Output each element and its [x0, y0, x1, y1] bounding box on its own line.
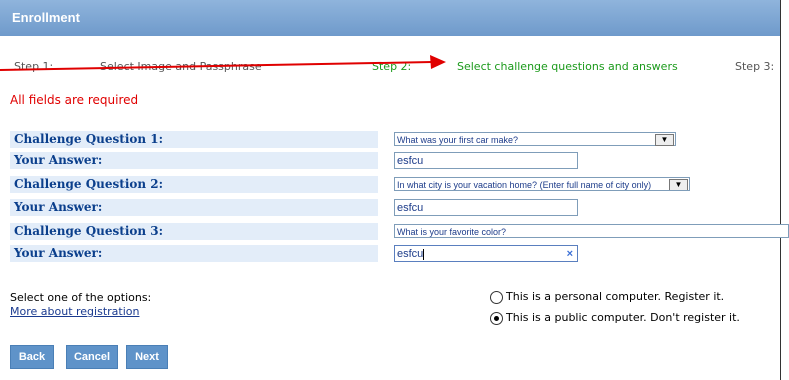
answer-2-input[interactable]: esfcu [394, 199, 578, 216]
cancel-button[interactable]: Cancel [66, 345, 118, 369]
public-radio[interactable] [490, 311, 503, 325]
question-2-value: In what city is your vacation home? (Ent… [397, 180, 652, 190]
question-3-select[interactable]: What is your favorite color? [394, 224, 789, 238]
answer-row-1: Your Answer: esfcu [10, 152, 780, 169]
question-1-value: What was your first car make? [397, 135, 519, 145]
question-3-label: Challenge Question 3: [10, 223, 378, 240]
question-1-label: Challenge Question 1: [10, 131, 378, 148]
enrollment-header: Enrollment [0, 0, 781, 36]
clear-x-icon[interactable]: × [567, 246, 573, 263]
dropdown-arrow-icon[interactable]: ▼ [655, 134, 674, 146]
options-prompt: Select one of the options: [10, 291, 152, 304]
personal-computer-option[interactable]: This is a personal computer. Register it… [490, 290, 724, 304]
question-2-select[interactable]: In what city is your vacation home? (Ent… [394, 177, 690, 191]
answer-3-label: Your Answer: [10, 245, 378, 262]
question-1-select[interactable]: What was your first car make? ▼ [394, 132, 676, 146]
answer-3-input[interactable]: esfcu × [394, 245, 578, 262]
red-arrow-icon [0, 55, 446, 71]
question-row-1: Challenge Question 1: What was your firs… [10, 131, 780, 148]
question-3-value: What is your favorite color? [397, 227, 507, 237]
public-computer-option[interactable]: This is a public computer. Don't registe… [490, 311, 740, 325]
required-notice: All fields are required [10, 93, 139, 107]
question-row-2: Challenge Question 2: In what city is yo… [10, 176, 780, 193]
answer-row-2: Your Answer: esfcu [10, 199, 780, 216]
more-about-registration-link[interactable]: More about registration [10, 305, 139, 318]
personal-radio[interactable] [490, 290, 503, 304]
answer-1-label: Your Answer: [10, 152, 378, 169]
step3-number: Step 3: [735, 60, 775, 73]
answer-row-3: Your Answer: esfcu × [10, 245, 780, 262]
question-2-label: Challenge Question 2: [10, 176, 378, 193]
next-button[interactable]: Next [126, 345, 168, 369]
frame-border [780, 0, 781, 380]
back-button[interactable]: Back [10, 345, 54, 369]
personal-label: This is a personal computer. Register it… [506, 290, 725, 303]
dropdown-arrow-icon[interactable]: ▼ [669, 179, 688, 190]
step2-label: Select challenge questions and answers [457, 60, 678, 73]
answer-1-input[interactable]: esfcu [394, 152, 578, 169]
public-label: This is a public computer. Don't registe… [506, 311, 740, 324]
question-row-3: Challenge Question 3: What is your favor… [10, 223, 789, 240]
answer-2-label: Your Answer: [10, 199, 378, 216]
text-cursor [423, 248, 425, 260]
answer-3-value: esfcu [397, 248, 424, 260]
header-title: Enrollment [12, 10, 80, 25]
